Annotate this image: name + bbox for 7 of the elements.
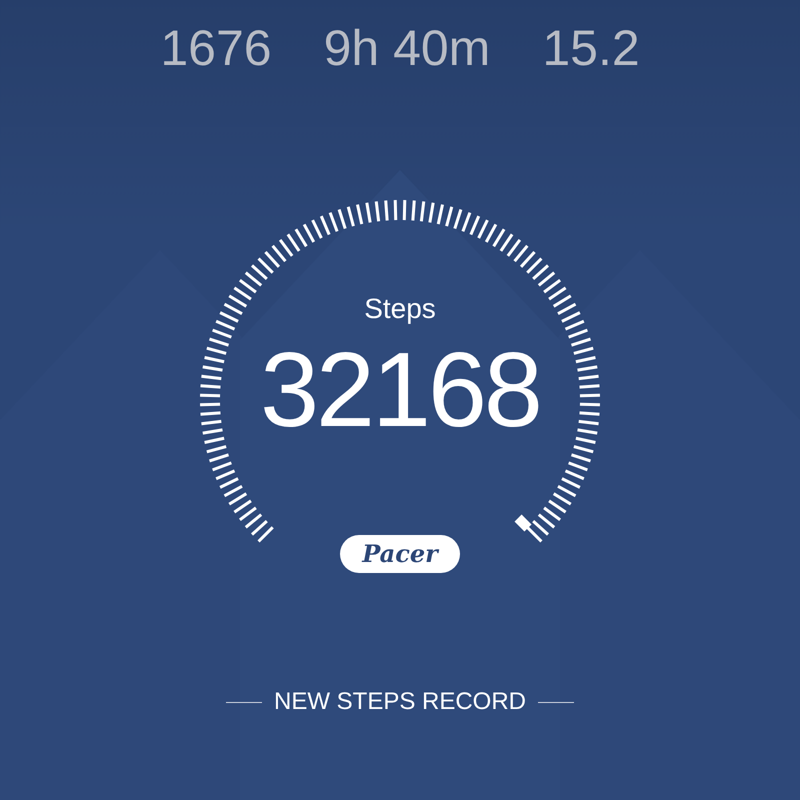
steps-count: 32168 — [260, 330, 540, 450]
steps-label: Steps — [364, 293, 436, 325]
stat-value: 1676 — [160, 19, 272, 78]
stat-value: 9h 40m — [324, 19, 490, 78]
brand-logo: Pacer — [340, 535, 460, 573]
stat-value: 15.2 — [542, 19, 640, 78]
record-title: NEW STEPS RECORD — [274, 688, 526, 716]
